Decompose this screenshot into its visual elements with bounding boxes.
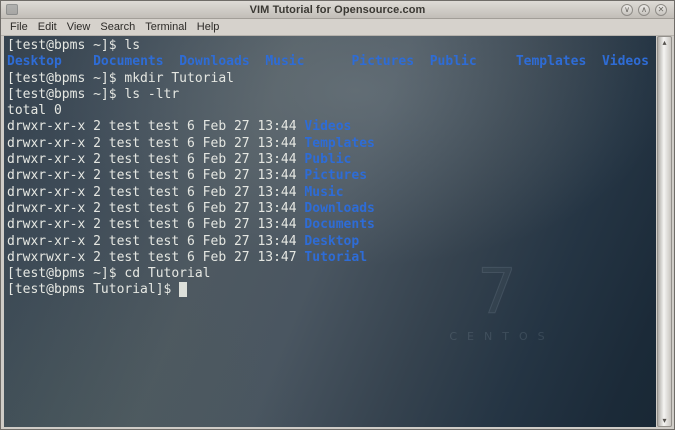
directory-name: Documents [304,217,374,232]
directory-name: Tutorial [304,250,367,265]
terminal-text: drwxr-xr-x 2 test test 6 Feb 27 13:44 [7,152,304,167]
terminal-text: [test@bpms ~]$ ls -ltr [7,87,179,102]
terminal-text [477,54,516,69]
terminal-window: VIM Tutorial for Opensource.com ∨ ∧ ✕ Fi… [0,0,675,430]
directory-name: Templates [304,136,374,151]
terminal-text: [test@bpms ~]$ mkdir Tutorial [7,71,234,86]
centos-label: CENTOS [412,330,582,343]
terminal-line: drwxr-xr-x 2 test test 6 Feb 27 13:44 Do… [7,201,656,217]
maximize-icon[interactable]: ∧ [638,4,650,16]
terminal-text: drwxr-xr-x 2 test test 6 Feb 27 13:44 [7,119,304,134]
title-bar[interactable]: VIM Tutorial for Opensource.com ∨ ∧ ✕ [1,1,674,19]
terminal-screen[interactable]: 7 CENTOS [test@bpms ~]$ lsDesktop Docume… [4,36,656,427]
terminal-text: [test@bpms ~]$ ls [7,38,140,53]
terminal-line: [test@bpms ~]$ ls [7,38,656,54]
directory-name: Desktop [7,54,62,69]
terminal-text [250,54,266,69]
terminal-text: total 0 [7,103,62,118]
menu-item-search[interactable]: Search [95,21,140,33]
directory-name: Music [304,185,343,200]
directory-name: Desktop [304,234,359,249]
terminal-text: [test@bpms Tutorial]$ [7,282,179,297]
terminal-text [414,54,430,69]
terminal-text [164,54,180,69]
terminal-line: drwxr-xr-x 2 test test 6 Feb 27 13:44 Te… [7,136,656,152]
scrollbar[interactable]: ▴ ▾ [657,36,672,427]
terminal-text: [test@bpms ~]$ cd Tutorial [7,266,211,281]
terminal-text: drwxr-xr-x 2 test test 6 Feb 27 13:44 [7,185,304,200]
terminal-line: drwxr-xr-x 2 test test 6 Feb 27 13:44 De… [7,234,656,250]
directory-name: Pictures [304,168,367,183]
directory-name: Public [430,54,477,69]
terminal-lines: [test@bpms ~]$ lsDesktop Documents Downl… [7,38,656,299]
scroll-down-icon[interactable]: ▾ [662,415,666,426]
directory-name: Templates [516,54,586,69]
terminal-text [62,54,93,69]
terminal-line: drwxr-xr-x 2 test test 6 Feb 27 13:44 Vi… [7,119,656,135]
directory-name: Videos [602,54,649,69]
menu-item-terminal[interactable]: Terminal [140,21,192,33]
menu-item-file[interactable]: File [5,21,33,33]
terminal-text [586,54,602,69]
scroll-up-icon[interactable]: ▴ [662,37,666,48]
terminal-line: drwxr-xr-x 2 test test 6 Feb 27 13:44 Do… [7,217,656,233]
window-controls: ∨ ∧ ✕ [621,4,674,16]
terminal-line: total 0 [7,103,656,119]
window-title: VIM Tutorial for Opensource.com [1,4,674,16]
menu-item-edit[interactable]: Edit [33,21,62,33]
menu-bar: File Edit View Search Terminal Help [1,19,674,36]
terminal-line: [test@bpms ~]$ mkdir Tutorial [7,71,656,87]
terminal-line: drwxrwxr-x 2 test test 6 Feb 27 13:47 Tu… [7,250,656,266]
terminal-text: drwxr-xr-x 2 test test 6 Feb 27 13:44 [7,217,304,232]
directory-name: Videos [304,119,351,134]
directory-name: Documents [93,54,163,69]
terminal-line: Desktop Documents Downloads Music Pictur… [7,54,656,70]
terminal-text: drwxr-xr-x 2 test test 6 Feb 27 13:44 [7,201,304,216]
directory-name: Pictures [351,54,414,69]
terminal-line: drwxr-xr-x 2 test test 6 Feb 27 13:44 Pi… [7,168,656,184]
terminal-line: drwxr-xr-x 2 test test 6 Feb 27 13:44 Mu… [7,185,656,201]
directory-name: Public [304,152,351,167]
terminal-line: drwxr-xr-x 2 test test 6 Feb 27 13:44 Pu… [7,152,656,168]
terminal-line: [test@bpms Tutorial]$ [7,282,656,298]
directory-name: Downloads [179,54,249,69]
directory-name: Downloads [304,201,374,216]
terminal-text: drwxr-xr-x 2 test test 6 Feb 27 13:44 [7,234,304,249]
menu-item-view[interactable]: View [62,21,96,33]
terminal-text: drwxrwxr-x 2 test test 6 Feb 27 13:47 [7,250,304,265]
terminal-content: 7 CENTOS [test@bpms ~]$ lsDesktop Docume… [1,36,674,429]
close-icon[interactable]: ✕ [655,4,667,16]
terminal-line: [test@bpms ~]$ ls -ltr [7,87,656,103]
menu-item-help[interactable]: Help [192,21,225,33]
terminal-line: [test@bpms ~]$ cd Tutorial [7,266,656,282]
terminal-text: drwxr-xr-x 2 test test 6 Feb 27 13:44 [7,136,304,151]
terminal-text: drwxr-xr-x 2 test test 6 Feb 27 13:44 [7,168,304,183]
directory-name: Music [265,54,304,69]
minimize-icon[interactable]: ∨ [621,4,633,16]
terminal-text [304,54,351,69]
terminal-cursor [179,282,187,297]
